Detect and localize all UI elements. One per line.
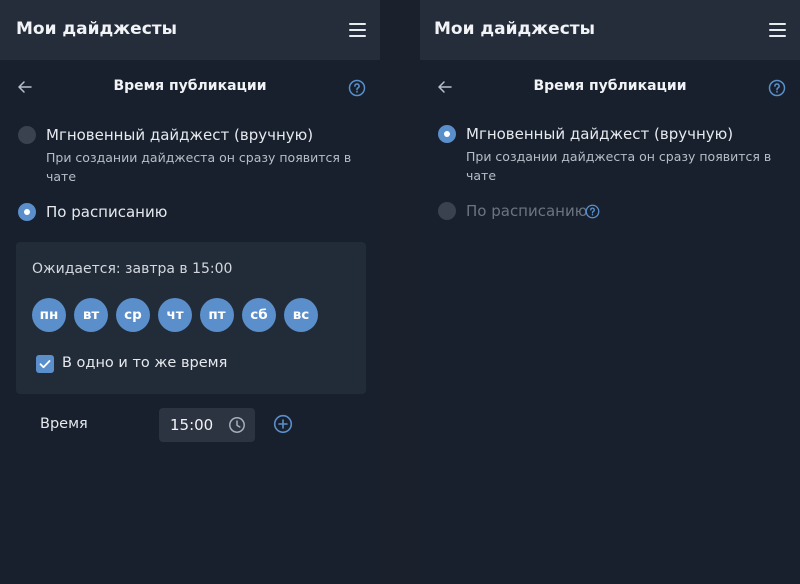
question-circle-icon[interactable]: [348, 79, 366, 97]
option-instant-label: Мгновенный дайджест (вручную): [46, 126, 314, 144]
time-input[interactable]: 15:00: [159, 408, 255, 442]
app-header: Мои дайджесты: [0, 0, 380, 60]
menu-icon[interactable]: [349, 23, 366, 37]
day-fri-button[interactable]: пт: [200, 298, 234, 332]
schedule-card: Ожидается: завтра в 15:00 пн вт ср чт пт…: [16, 242, 366, 394]
question-circle-icon[interactable]: [768, 79, 786, 97]
left-panel: Мои дайджесты Время публикации Мгновенны…: [0, 0, 380, 584]
clock-icon[interactable]: [228, 416, 246, 434]
question-circle-icon[interactable]: [585, 204, 600, 219]
day-sun-button[interactable]: вс: [284, 298, 318, 332]
section-title: Время публикации: [113, 78, 267, 94]
expected-time-text: Ожидается: завтра в 15:00: [32, 261, 233, 277]
section-header: Время публикации: [0, 60, 380, 112]
radio-scheduled-right: [438, 202, 456, 220]
option-instant-description-right: При создании дайджеста он сразу появится…: [466, 149, 772, 183]
day-thu-button[interactable]: чт: [158, 298, 192, 332]
section-title-right: Время публикации: [533, 78, 687, 94]
same-time-checkbox[interactable]: [36, 355, 54, 373]
day-wed-button[interactable]: ср: [116, 298, 150, 332]
panel-divider: [380, 0, 420, 584]
radio-scheduled[interactable]: [18, 203, 36, 221]
menu-icon[interactable]: [769, 23, 786, 37]
radio-instant-right[interactable]: [438, 125, 456, 143]
option-scheduled-label: По расписанию: [46, 203, 168, 221]
app-title: Мои дайджесты: [16, 19, 178, 39]
time-value: 15:00: [170, 416, 214, 434]
time-label: Время: [40, 416, 88, 432]
right-panel: Мои дайджесты Время публикации Мгновенны…: [420, 0, 800, 584]
same-time-label: В одно и то же время: [62, 355, 228, 371]
day-mon-button[interactable]: пн: [32, 298, 66, 332]
app-title-right: Мои дайджесты: [434, 19, 596, 39]
plus-circle-icon[interactable]: [273, 414, 293, 434]
option-instant-description: При создании дайджеста он сразу появится…: [46, 150, 352, 184]
app-header-right: Мои дайджесты: [420, 0, 800, 60]
option-instant-label-right: Мгновенный дайджест (вручную): [466, 125, 734, 143]
section-header-right: Время публикации: [420, 60, 800, 112]
day-tue-button[interactable]: вт: [74, 298, 108, 332]
radio-instant[interactable]: [18, 126, 36, 144]
option-scheduled-label-right: По расписанию: [466, 202, 588, 220]
day-sat-button[interactable]: сб: [242, 298, 276, 332]
weekday-selector: пн вт ср чт пт сб вс: [32, 298, 326, 332]
